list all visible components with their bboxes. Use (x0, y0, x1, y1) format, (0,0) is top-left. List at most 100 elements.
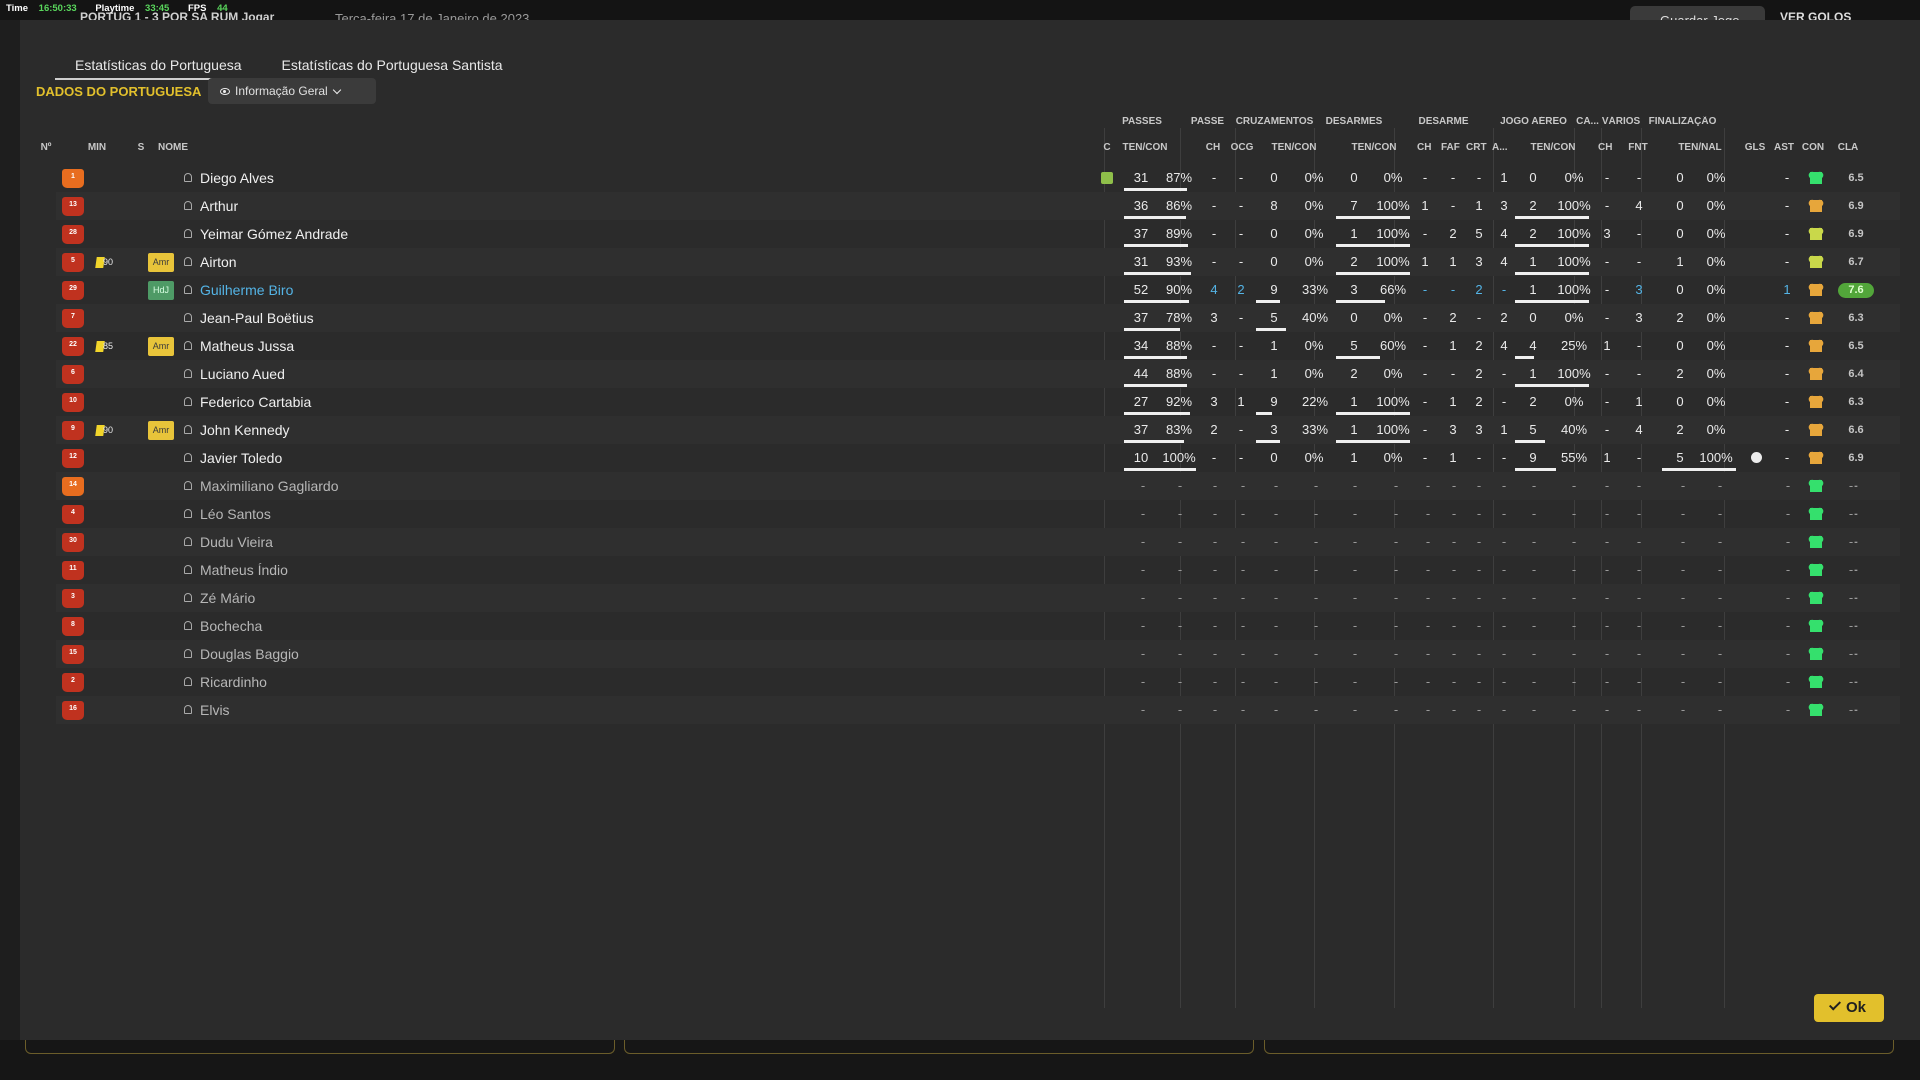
table-row[interactable]: 1 Diego Alves 31 87% - -0 0% 0 0% - - -1 0 0% - -0 0% -6.… (56, 164, 1900, 192)
column-header-tk-a[interactable]: A... (1492, 142, 1508, 158)
column-header-c[interactable]: C (1100, 142, 1114, 158)
player-icon (184, 313, 192, 322)
table-row[interactable]: 10 Federico Cartabia 27 92% 3 1 9 22% 1 100% -1 2-2… (56, 388, 1900, 416)
empty-stat: - (1531, 590, 1537, 605)
condition-heart-icon (1810, 396, 1822, 408)
column-header-pass-ocg[interactable]: OCG (1230, 142, 1254, 158)
player-name[interactable]: Arthur (200, 192, 238, 220)
table-row[interactable]: 13 Arthur 36 86% - -8 0% 7 100% 1-1 3 2 100% -4 0 0% -6.… (56, 192, 1900, 220)
stat-underline (1124, 272, 1191, 275)
empty-stat: - (1636, 674, 1642, 689)
player-name[interactable]: Diego Alves (200, 164, 274, 192)
chances-created: - (1238, 226, 1244, 241)
empty-stat: - (1476, 646, 1482, 661)
column-header-cla[interactable]: CLA (1837, 142, 1859, 158)
player-name[interactable]: Douglas Baggio (200, 640, 299, 668)
player-name[interactable]: Matheus Índio (200, 556, 288, 584)
table-row[interactable]: 11 Matheus Índio - - - - - - - - - - - - - - - - - - - - - (56, 556, 1900, 584)
player-name[interactable]: Guilherme Biro (200, 276, 293, 304)
column-header-aerial[interactable]: TEN/CON (1523, 142, 1583, 158)
column-header-crosses[interactable]: TEN/CON (1264, 142, 1324, 158)
status-badge: Amr (148, 253, 174, 272)
view-goals-button[interactable]: VER GOLOS (1780, 10, 1851, 20)
table-row[interactable]: 12 Javier Toledo 10 100% - -0 0% 1 0% -1- -9 55% 1-5… (56, 444, 1900, 472)
view-dropdown[interactable]: Informação Geral (208, 78, 376, 104)
column-header-pass-ch[interactable]: CH (1205, 142, 1221, 158)
ok-button[interactable]: Ok (1814, 994, 1884, 1022)
column-header-shots[interactable]: TEN/NAL (1670, 142, 1730, 158)
column-header-gls[interactable]: GLS (1744, 142, 1766, 158)
empty-stat: - (1212, 534, 1218, 549)
column-header-tk-faf[interactable]: FAF (1441, 142, 1460, 158)
key-passes: - (1211, 254, 1217, 269)
column-header-con[interactable]: CON (1801, 142, 1825, 158)
column-header-s[interactable]: S (136, 142, 146, 158)
player-name[interactable]: Javier Toledo (200, 444, 282, 472)
column-header-tackles[interactable]: TEN/CON (1344, 142, 1404, 158)
shirt-icon: 16 (62, 701, 84, 720)
column-header-name[interactable]: NOME (158, 142, 198, 158)
blocks: - (1476, 450, 1482, 465)
player-name[interactable]: Maximiliano Gagliardo (200, 472, 339, 500)
player-name[interactable]: Bochecha (200, 612, 262, 640)
player-rating: - (1854, 564, 1858, 576)
table-row[interactable]: 2 Ricardinho - - - - - - - - - - - - - - - - - - - - - (56, 668, 1900, 696)
table-row[interactable]: 15 Douglas Baggio - - - - - - - - - - - - - - - - - - - - - (56, 640, 1900, 668)
player-name[interactable]: Ricardinho (200, 668, 267, 696)
table-row[interactable]: 7 Jean-Paul Boëtius 37 78% 3-5 40% 0 0% -2-2 0 0% -… (56, 304, 1900, 332)
assists: - (1784, 450, 1790, 465)
column-header-num[interactable]: Nº (36, 142, 56, 158)
empty-stat: - (1212, 618, 1218, 633)
player-name[interactable]: Dudu Vieira (200, 528, 273, 556)
empty-stat: - (1476, 562, 1482, 577)
table-row[interactable]: 6 Luciano Aued 44 88% - -1 0% 2 0% - -2-1 100% - -2 0%… (56, 360, 1900, 388)
column-header-ca-ch[interactable]: CH (1598, 142, 1612, 158)
player-name[interactable]: Airton (200, 248, 237, 276)
column-header-passes[interactable]: TEN/CON (1115, 142, 1175, 158)
table-row[interactable]: 28 Yeimar Gómez Andrade 37 89% - -0 0% 1 100% -2 5… (56, 220, 1900, 248)
fouls: - (1501, 366, 1507, 381)
table-row[interactable]: 22 85 Amr Matheus Jussa 34 88% - -1 0% 5 60% -1 2 4 4 2… (56, 332, 1900, 360)
column-header-min[interactable]: MIN (82, 142, 112, 158)
column-header-tk-ch[interactable]: CH (1417, 142, 1431, 158)
column-header-tk-crt[interactable]: CRT (1466, 142, 1487, 158)
shirt-icon: 7 (62, 309, 84, 328)
player-name[interactable]: Jean-Paul Boëtius (200, 304, 314, 332)
player-name[interactable]: Zé Mário (200, 584, 255, 612)
shirt-number: 14 (62, 477, 84, 496)
shirt-number-label: 15 (69, 649, 77, 656)
column-header-fnt[interactable]: FNT (1627, 142, 1649, 158)
player-name[interactable]: Federico Cartabia (200, 388, 311, 416)
table-row[interactable]: 16 Elvis - - - - - - - - - - - - - - - - - - - - - (56, 696, 1900, 724)
player-name[interactable]: Yeimar Gómez Andrade (200, 220, 348, 248)
save-game-button[interactable]: Guardar Jogo (1630, 6, 1765, 20)
player-name[interactable]: Luciano Aued (200, 360, 285, 388)
player-name[interactable]: Matheus Jussa (200, 332, 294, 360)
tab-away-stats[interactable]: Estatísticas do Portuguesa Santista (262, 46, 523, 80)
table-row[interactable]: 5 90 Amr Airton 31 93% - -0 0% 2 100% 1 1 3 4 1 100% - -1 0… (56, 248, 1900, 276)
empty-stat: - (1240, 590, 1246, 605)
assists: - (1784, 170, 1790, 185)
player-icon (184, 397, 192, 406)
key-passes: - (1211, 338, 1217, 353)
fouls-against: - (1636, 254, 1642, 269)
empty-stat: - (1140, 506, 1146, 521)
shirt-number-label: 16 (69, 705, 77, 712)
player-name[interactable]: Léo Santos (200, 500, 271, 528)
table-row[interactable]: 4 Léo Santos - - - - - - - - - - - - - - - - - - - - - (56, 500, 1900, 528)
tab-home-stats[interactable]: Estatísticas do Portuguesa (55, 46, 262, 80)
table-row[interactable]: 30 Dudu Vieira - - - - - - - - - - - - - - - - - - - - - (56, 528, 1900, 556)
shirt-number: 28 (62, 225, 84, 244)
table-row[interactable]: 8 Bochecha - - - - - - - - - - - - - - - - - - - - - (56, 612, 1900, 640)
player-name[interactable]: Elvis (200, 696, 230, 724)
clearances: 2 (1449, 310, 1457, 325)
player-rating: 6.5 (1848, 172, 1864, 184)
player-name[interactable]: John Kennedy (200, 416, 290, 444)
empty-stat: - (1476, 674, 1482, 689)
player-icon (184, 481, 192, 490)
table-row[interactable]: 9 90 Amr John Kennedy 37 83% 2-3 33% 1 100% -3 3 1 5 4… (56, 416, 1900, 444)
table-row[interactable]: 14 Maximiliano Gagliardo - - - - - - - - - - - - - - - - -… (56, 472, 1900, 500)
table-row[interactable]: 29 HdJ Guilherme Biro 52 90% 4 2 9 33% 3 66% - -2-1 1… (56, 276, 1900, 304)
column-header-ast[interactable]: AST (1774, 142, 1794, 158)
table-row[interactable]: 3 Zé Mário - - - - - - - - - - - - - - - - - - - - - (56, 584, 1900, 612)
